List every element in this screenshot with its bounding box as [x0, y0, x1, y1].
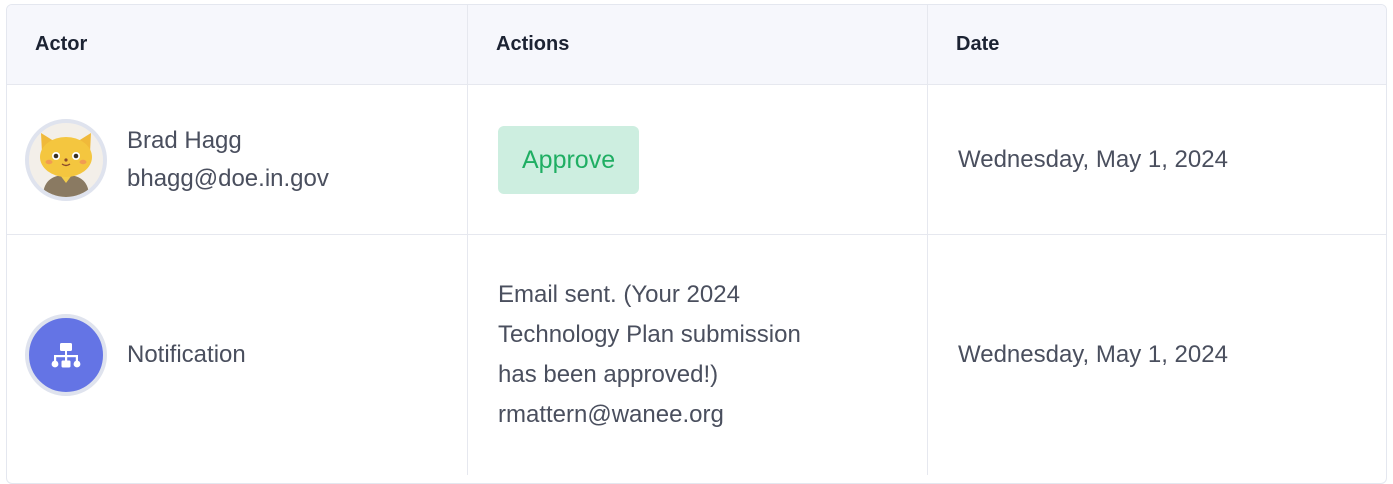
header-actions: Actions: [468, 5, 928, 84]
notification-message: Email sent. (Your 2024 Technology Plan s…: [498, 275, 801, 435]
header-date: Date: [956, 33, 1000, 55]
header-actor: Actor: [7, 5, 468, 84]
actor-info: Notification: [127, 336, 246, 374]
message-line: Email sent. (Your 2024: [498, 281, 740, 308]
sitemap-icon: [25, 314, 107, 396]
actor-info: Brad Hagg bhagg@doe.in.gov: [127, 122, 329, 198]
actor-email: bhagg@doe.in.gov: [127, 164, 329, 192]
table-row: Notification Email sent. (Your 2024 Tech…: [7, 235, 1386, 475]
approve-badge[interactable]: Approve: [498, 125, 640, 194]
date-cell: Wednesday, May 1, 2024: [958, 145, 1228, 173]
actor-name: Brad Hagg: [127, 126, 242, 154]
table-header-row: Actor Actions Date: [7, 5, 1386, 85]
actor-name: Notification: [127, 341, 246, 368]
message-line: has been approved!): [498, 361, 719, 388]
activity-table: Actor Actions Date Brad Hagg bhagg@doe.i…: [6, 4, 1387, 484]
message-line: Technology Plan submission: [498, 321, 801, 348]
message-email: rmattern@wanee.org: [498, 401, 724, 428]
actor-cell: Brad Hagg bhagg@doe.in.gov: [7, 85, 468, 234]
action-cell: Approve: [468, 85, 928, 234]
action-cell: Email sent. (Your 2024 Technology Plan s…: [468, 235, 928, 475]
cat-avatar-icon: [25, 118, 107, 201]
actor-cell: Notification: [7, 235, 468, 475]
date-cell: Wednesday, May 1, 2024: [958, 341, 1228, 368]
table-row: Brad Hagg bhagg@doe.in.gov Approve Wedne…: [7, 85, 1386, 235]
